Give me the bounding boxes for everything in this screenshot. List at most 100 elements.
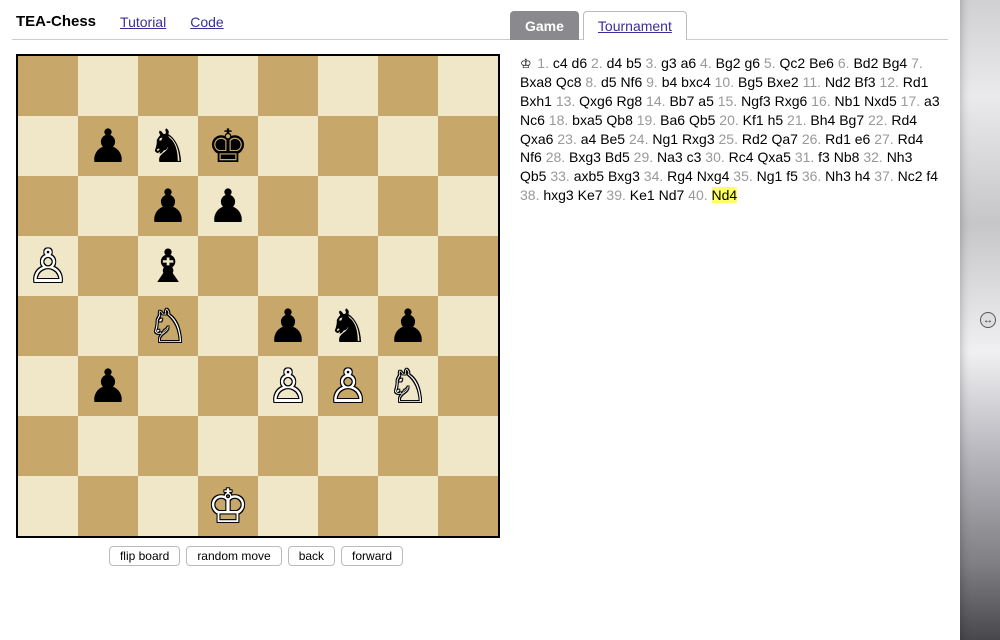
move-white[interactable]: d4 (607, 55, 623, 71)
square-a6[interactable] (18, 176, 78, 236)
square-a3[interactable] (18, 356, 78, 416)
move-black[interactable]: Rxg6 (775, 93, 808, 109)
move-black[interactable]: f5 (786, 168, 798, 184)
square-f4[interactable]: ♞ (318, 296, 378, 356)
move-black[interactable]: Rxg3 (682, 131, 715, 147)
square-b6[interactable] (78, 176, 138, 236)
move-white[interactable]: a3 (924, 93, 940, 109)
move-black[interactable]: Qb5 (689, 112, 715, 128)
move-white[interactable]: Bg2 (716, 55, 741, 71)
square-f8[interactable] (318, 56, 378, 116)
random-move-button[interactable]: random move (186, 546, 281, 566)
move-black[interactable]: Nc6 (520, 112, 545, 128)
square-b3[interactable]: ♟ (78, 356, 138, 416)
square-e7[interactable] (258, 116, 318, 176)
square-d4[interactable] (198, 296, 258, 356)
square-d2[interactable] (198, 416, 258, 476)
square-h1[interactable] (438, 476, 498, 536)
move-black[interactable]: h4 (855, 168, 871, 184)
move-white[interactable]: hxg3 (543, 187, 573, 203)
move-black[interactable]: Qb8 (606, 112, 632, 128)
move-white[interactable]: Rc4 (729, 149, 754, 165)
square-g1[interactable] (378, 476, 438, 536)
resize-handle-icon[interactable]: ↔ (980, 312, 996, 328)
move-black[interactable]: d6 (572, 55, 588, 71)
move-white[interactable]: g3 (661, 55, 677, 71)
move-black[interactable]: Nf6 (620, 74, 642, 90)
move-white[interactable]: Rd4 (898, 131, 924, 147)
move-black[interactable]: Qxa5 (757, 149, 790, 165)
square-f7[interactable] (318, 116, 378, 176)
square-b4[interactable] (78, 296, 138, 356)
move-black[interactable]: g6 (744, 55, 760, 71)
move-black[interactable]: Nd7 (659, 187, 685, 203)
move-white[interactable]: Bd2 (853, 55, 878, 71)
move-white[interactable]: Bxa8 (520, 74, 552, 90)
square-a7[interactable] (18, 116, 78, 176)
square-d1[interactable]: ♔ (198, 476, 258, 536)
square-f1[interactable] (318, 476, 378, 536)
square-c2[interactable] (138, 416, 198, 476)
square-f3[interactable]: ♙ (318, 356, 378, 416)
move-white[interactable]: Ke1 (630, 187, 655, 203)
square-g2[interactable] (378, 416, 438, 476)
move-white[interactable]: Bg5 (738, 74, 763, 90)
square-f5[interactable] (318, 236, 378, 296)
square-d5[interactable] (198, 236, 258, 296)
move-white[interactable]: Nd2 (825, 74, 851, 90)
move-white[interactable]: Ng1 (757, 168, 783, 184)
square-c3[interactable] (138, 356, 198, 416)
square-g8[interactable] (378, 56, 438, 116)
square-e1[interactable] (258, 476, 318, 536)
move-black[interactable]: Rg8 (617, 93, 643, 109)
move-black[interactable]: Bxe2 (767, 74, 799, 90)
square-h5[interactable] (438, 236, 498, 296)
square-e8[interactable] (258, 56, 318, 116)
move-white[interactable]: Kf1 (743, 112, 764, 128)
move-black[interactable]: Bg4 (882, 55, 907, 71)
move-white[interactable]: Rd2 (742, 131, 768, 147)
move-black[interactable]: Nxg4 (697, 168, 730, 184)
move-white[interactable]: Nd4 (712, 187, 738, 203)
square-b2[interactable] (78, 416, 138, 476)
square-b8[interactable] (78, 56, 138, 116)
move-white[interactable]: Rd1 (903, 74, 929, 90)
move-black[interactable]: Ke7 (578, 187, 603, 203)
move-white[interactable]: Rg4 (667, 168, 693, 184)
back-button[interactable]: back (288, 546, 335, 566)
move-black[interactable]: Be6 (809, 55, 834, 71)
move-black[interactable]: Nxd5 (864, 93, 897, 109)
square-g6[interactable] (378, 176, 438, 236)
square-f6[interactable] (318, 176, 378, 236)
square-c5[interactable]: ♝ (138, 236, 198, 296)
move-white[interactable]: Bh4 (810, 112, 835, 128)
square-b5[interactable] (78, 236, 138, 296)
move-black[interactable]: a6 (681, 55, 697, 71)
move-white[interactable]: b4 (662, 74, 678, 90)
square-e5[interactable] (258, 236, 318, 296)
forward-button[interactable]: forward (341, 546, 403, 566)
move-white[interactable]: Bb7 (669, 93, 694, 109)
square-c8[interactable] (138, 56, 198, 116)
square-h7[interactable] (438, 116, 498, 176)
square-c4[interactable]: ♘ (138, 296, 198, 356)
square-b1[interactable] (78, 476, 138, 536)
move-white[interactable]: Nc2 (898, 168, 923, 184)
move-black[interactable]: Qb5 (520, 168, 546, 184)
move-black[interactable]: e6 (855, 131, 871, 147)
move-white[interactable]: Nh3 (887, 149, 913, 165)
move-black[interactable]: Bd5 (605, 149, 630, 165)
move-white[interactable]: Ba6 (660, 112, 685, 128)
tab-tournament[interactable]: Tournament (583, 11, 687, 40)
square-a5[interactable]: ♙ (18, 236, 78, 296)
move-white[interactable]: Rd4 (891, 112, 917, 128)
square-e2[interactable] (258, 416, 318, 476)
square-e3[interactable]: ♙ (258, 356, 318, 416)
move-black[interactable]: Bxg3 (608, 168, 640, 184)
move-black[interactable]: Bg7 (839, 112, 864, 128)
move-white[interactable]: d5 (601, 74, 617, 90)
nav-tutorial[interactable]: Tutorial (120, 14, 166, 30)
move-white[interactable]: Nb1 (835, 93, 861, 109)
square-b7[interactable]: ♟ (78, 116, 138, 176)
move-white[interactable]: Qc2 (779, 55, 805, 71)
